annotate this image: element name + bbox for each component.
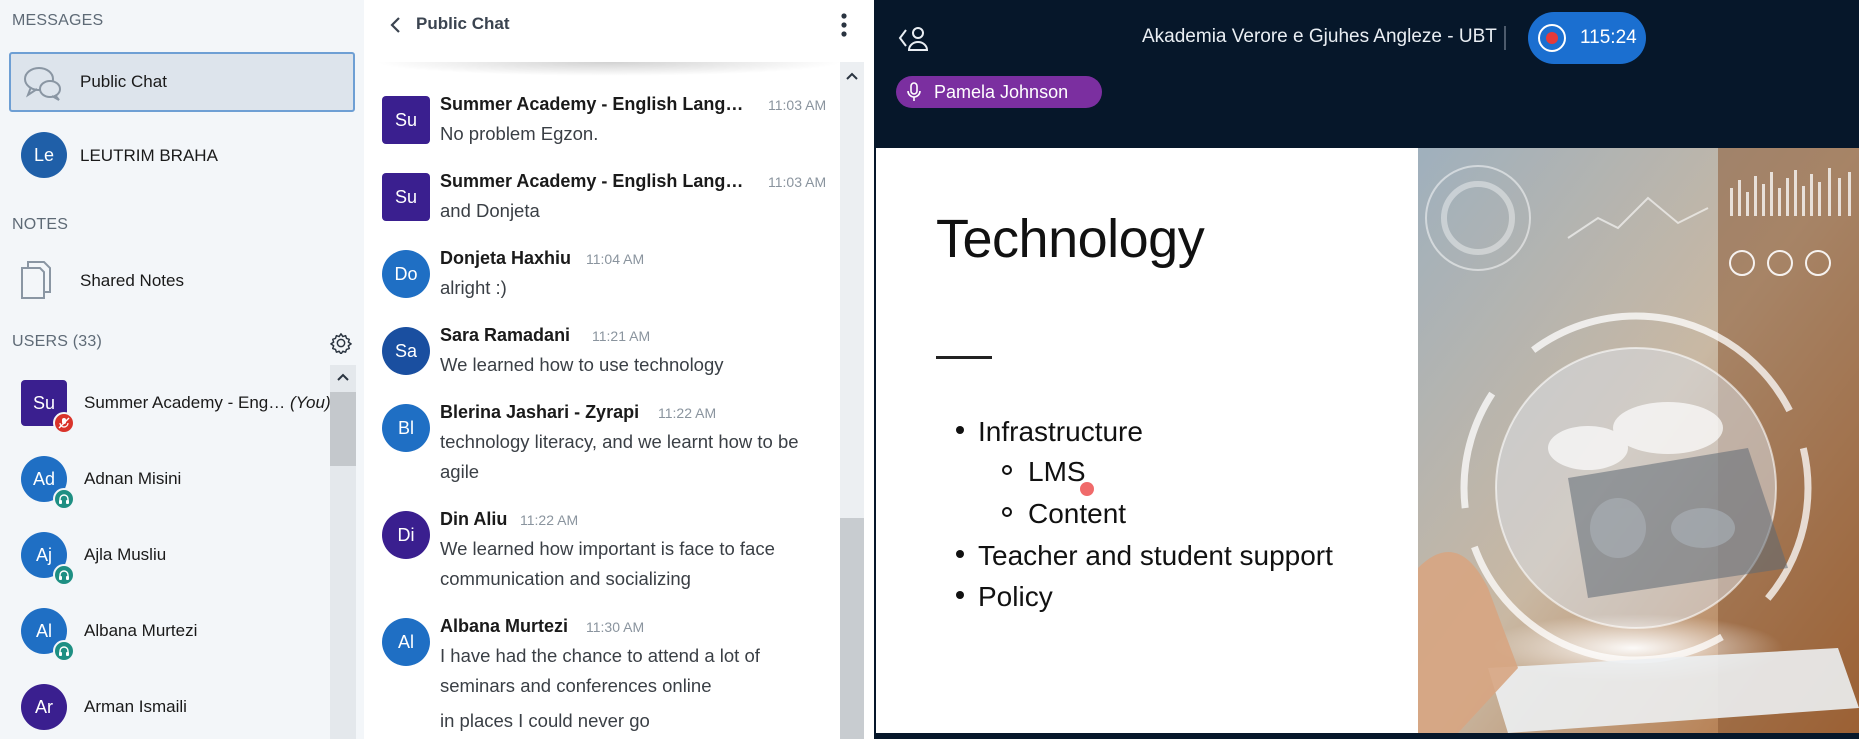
shared-notes-label: Shared Notes xyxy=(80,271,184,290)
message-text: in places I could never go xyxy=(440,710,650,731)
slide-bullet: Teacher and student support xyxy=(956,540,1333,572)
chat-scroll-thumb[interactable] xyxy=(840,518,864,739)
chat-title[interactable]: Public Chat xyxy=(416,14,510,34)
avatar: Le xyxy=(21,132,67,178)
scroll-up-icon[interactable] xyxy=(330,365,356,389)
user-name: Arman Ismaili xyxy=(84,697,187,716)
private-chat-name: LEUTRIM BRAHA xyxy=(80,146,218,165)
notes-section-title: NOTES xyxy=(12,216,69,233)
chat-bubbles-icon xyxy=(24,67,61,101)
user-list-toggle-icon[interactable] xyxy=(898,24,932,52)
record-icon xyxy=(1538,24,1566,52)
headphones-icon xyxy=(53,640,75,662)
presenter-cursor xyxy=(1080,482,1094,496)
muted-microphone-icon xyxy=(53,412,75,434)
message-sender: Summer Academy - English Lang… xyxy=(440,94,744,114)
message-text: We learned how to use technology xyxy=(440,354,724,375)
message-time: 11:04 AM xyxy=(586,251,645,267)
message-sender: Din Aliu xyxy=(440,509,508,529)
message-time: 11:03 AM xyxy=(768,97,827,113)
messages-section-title: MESSAGES xyxy=(12,12,104,29)
private-chat-item[interactable]: Le LEUTRIM BRAHA xyxy=(0,128,330,188)
user-list-item[interactable]: Su Summer Academy - Eng… (You) xyxy=(0,374,331,434)
presentation-slide: Technology Infrastructure LMS Content Te… xyxy=(876,148,1859,733)
message-text: seminars and conferences online xyxy=(440,675,712,696)
message-time: 11:03 AM xyxy=(768,174,827,190)
message-time: 11:22 AM xyxy=(520,512,579,528)
slide-technology-image xyxy=(1418,148,1859,733)
recording-timer: 115:24 xyxy=(1580,27,1637,48)
public-chat-label: Public Chat xyxy=(80,72,167,91)
slide-bullet: Infrastructure xyxy=(956,416,1143,448)
public-chat-item[interactable]: Public Chat xyxy=(9,52,355,112)
gear-icon[interactable] xyxy=(330,332,352,354)
avatar: Bl xyxy=(382,404,430,452)
message-text: We learned how important is face to face xyxy=(440,538,775,559)
talker-name: Pamela Johnson xyxy=(934,82,1069,102)
message-sender: Albana Murtezi xyxy=(440,616,569,636)
user-list-item[interactable]: Al Albana Murtezi xyxy=(0,604,330,664)
message-sender: Blerina Jashari - Zyrapi xyxy=(440,402,640,422)
avatar: Su xyxy=(382,96,430,144)
user-name: Albana Murtezi xyxy=(84,621,198,640)
message-time: 11:22 AM xyxy=(658,405,717,421)
headphones-icon xyxy=(53,564,75,586)
message-text: technology literacy, and we learnt how t… xyxy=(440,431,799,452)
message-text: communication and socializing xyxy=(440,568,691,589)
talking-indicator: Pamela Johnson xyxy=(896,76,1102,108)
message-text: No problem Egzon. xyxy=(440,123,599,144)
user-list-item[interactable]: Ad Adnan Misini xyxy=(0,452,330,512)
user-name: Adnan Misini xyxy=(84,469,182,488)
avatar: Sa xyxy=(382,327,430,375)
headphones-icon xyxy=(53,488,75,510)
user-name: Summer Academy - Eng… (You) xyxy=(84,393,331,412)
header-divider xyxy=(1504,26,1506,50)
avatar: Di xyxy=(382,511,430,559)
user-list-item[interactable]: Ar Arman Ismaili xyxy=(0,680,330,739)
header-shadow xyxy=(374,62,844,76)
microphone-icon xyxy=(907,82,921,101)
chevron-left-icon[interactable] xyxy=(386,14,406,36)
message-sender: Donjeta Haxhiu xyxy=(440,248,572,268)
message-time: 11:21 AM xyxy=(592,328,651,344)
notes-icon xyxy=(21,261,51,299)
user-name: Ajla Musliu xyxy=(84,545,167,564)
presentation-area: Akademia Verore e Gjuhes Angleze - UBT 1… xyxy=(874,0,1859,739)
meeting-title: Akademia Verore e Gjuhes Angleze - UBT xyxy=(1142,26,1497,47)
shared-notes-item[interactable]: Shared Notes xyxy=(0,252,330,312)
you-label: (You) xyxy=(289,393,331,412)
kebab-menu-icon[interactable] xyxy=(838,12,850,38)
slide-rule xyxy=(936,356,992,359)
avatar: Su xyxy=(382,173,430,221)
message-text: alright :) xyxy=(440,277,507,298)
user-list-scroll-thumb[interactable] xyxy=(330,392,356,466)
record-button[interactable]: 115:24 xyxy=(1528,12,1646,64)
users-section-title: USERS (33) xyxy=(12,333,103,350)
avatar: Ar xyxy=(21,684,67,730)
slide-title: Technology xyxy=(936,209,1205,269)
public-chat-panel: Public Chat Su Summer Academy - English … xyxy=(364,0,874,739)
scroll-up-icon[interactable] xyxy=(840,66,864,86)
message-text: I have had the chance to attend a lot of xyxy=(440,645,760,666)
slide-sub-bullet: Content xyxy=(1002,498,1126,530)
user-list-sidebar: MESSAGES Public Chat Le LEUTRIM BRAHA NO… xyxy=(0,0,364,739)
avatar: Do xyxy=(382,250,430,298)
message-sender: Sara Ramadani xyxy=(440,325,571,345)
slide-bullet: Policy xyxy=(956,581,1053,613)
avatar: Al xyxy=(382,618,430,666)
message-sender: Summer Academy - English Lang… xyxy=(440,171,744,191)
message-time: 11:30 AM xyxy=(586,619,645,635)
slide-sub-bullet: LMS xyxy=(1002,456,1086,488)
message-text: agile xyxy=(440,461,480,482)
chat-header: Public Chat xyxy=(364,0,874,60)
message-text: and Donjeta xyxy=(440,200,540,221)
user-list-item[interactable]: Aj Ajla Musliu xyxy=(0,528,330,588)
